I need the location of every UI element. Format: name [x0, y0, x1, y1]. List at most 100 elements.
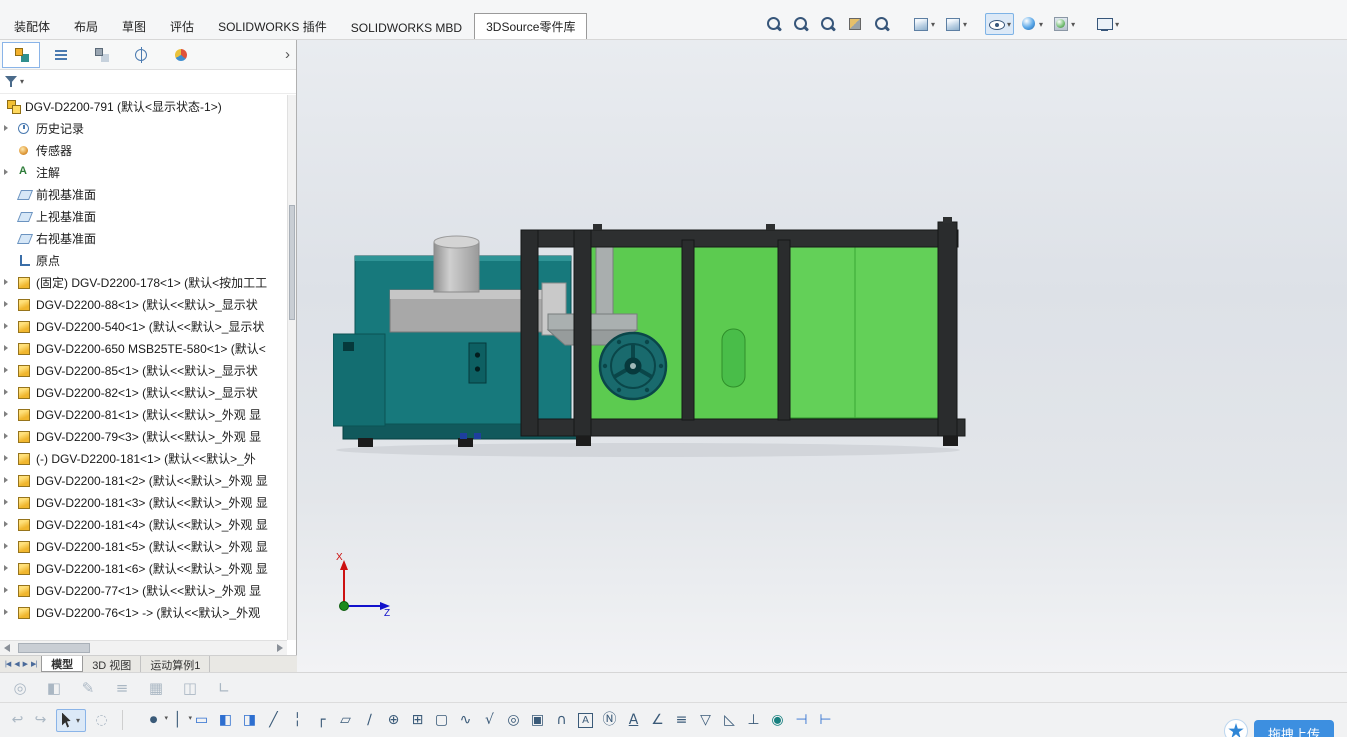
scrollbar-thumb[interactable] — [18, 643, 90, 653]
select-tool-button[interactable]: ▾ — [56, 708, 87, 732]
expand-arrow-icon[interactable] — [4, 543, 16, 549]
first-tab-icon[interactable]: |◀ — [3, 660, 12, 668]
sketch-edit-icon[interactable]: ✎ — [76, 679, 100, 697]
expand-arrow-icon[interactable] — [4, 455, 16, 461]
expand-arrow-icon[interactable] — [4, 609, 16, 615]
line-icon[interactable]: │ — [166, 706, 192, 732]
support-arm[interactable] — [547, 313, 638, 331]
edit-appearance-icon[interactable] — [1017, 13, 1046, 35]
perimeter-circle-icon[interactable]: ⊕ — [382, 708, 405, 732]
appearance-target-icon[interactable]: ◉ — [766, 708, 789, 732]
machine-foot[interactable] — [943, 436, 958, 446]
surface-finish-icon[interactable]: ▽ — [694, 708, 717, 732]
lasso-select-icon[interactable]: ◌ — [90, 708, 113, 732]
centerline-icon[interactable]: ╎ — [286, 708, 309, 732]
filter-icon[interactable] — [5, 75, 18, 88]
connector-block[interactable] — [460, 433, 467, 439]
zoom-area-icon[interactable] — [789, 13, 813, 35]
machine-foot[interactable] — [458, 438, 473, 447]
expand-arrow-icon[interactable] — [4, 499, 16, 505]
scroll-right-icon[interactable] — [277, 644, 283, 652]
expand-arrow-icon[interactable] — [4, 169, 16, 175]
text-icon[interactable]: A — [578, 712, 594, 728]
frame-column[interactable] — [520, 229, 539, 437]
cylinder-body[interactable] — [433, 241, 480, 293]
center-rectangle-icon[interactable]: ⊞ — [406, 708, 429, 732]
display-style-icon[interactable] — [941, 13, 970, 35]
tree-item[interactable]: DGV-D2200-540<1> (默认<<默认>_显示状 — [0, 315, 287, 337]
tree-item[interactable]: 历史记录 — [0, 117, 287, 139]
apply-scene-icon[interactable] — [1049, 13, 1078, 35]
graphics-area[interactable]: X Z — [297, 40, 1347, 672]
previous-view-icon[interactable] — [816, 13, 840, 35]
expand-arrow-icon[interactable] — [4, 125, 16, 131]
extruded-cut-icon[interactable]: ◨ — [238, 708, 261, 732]
last-tab-icon[interactable]: ▶| — [29, 660, 38, 668]
scrollbar-thumb[interactable] — [289, 205, 295, 320]
mate-right-icon[interactable]: ⊢ — [814, 708, 837, 732]
expand-arrow-icon[interactable] — [4, 433, 16, 439]
expand-arrow-icon[interactable] — [4, 279, 16, 285]
displaymanager-tab[interactable] — [162, 42, 200, 68]
expand-arrow-icon[interactable] — [4, 323, 16, 329]
check-sketch-icon[interactable]: √ — [478, 708, 501, 732]
document-tab[interactable]: 3D 视图 — [83, 656, 142, 672]
weld-symbol-icon[interactable]: ◺ — [718, 708, 741, 732]
expand-arrow-icon[interactable] — [4, 389, 16, 395]
spline-icon[interactable]: ∿ — [454, 708, 477, 732]
tree-item[interactable]: (-) DGV-D2200-181<1> (默认<<默认>_外 — [0, 447, 287, 469]
expand-arrow-icon[interactable] — [4, 565, 16, 571]
propertymanager-tab[interactable] — [42, 42, 80, 68]
tree-item[interactable]: DGV-D2200-79<3> (默认<<默认>_外观 显 — [0, 425, 287, 447]
redo-icon[interactable]: ↪ — [29, 708, 52, 732]
tree-item[interactable]: DGV-D2200-88<1> (默认<<默认>_显示状 — [0, 293, 287, 315]
green-panel[interactable] — [788, 245, 942, 419]
tree-item[interactable]: DGV-D2200-181<6> (默认<<默认>_外观 显 — [0, 557, 287, 579]
frame-column[interactable] — [573, 229, 592, 437]
zoom-fit-icon[interactable] — [762, 13, 786, 35]
tree-item[interactable]: 传感器 — [0, 139, 287, 161]
straight-slot-icon[interactable]: ▢ — [430, 708, 453, 732]
hide-show-items-icon[interactable] — [985, 13, 1015, 35]
support-column[interactable] — [595, 243, 614, 323]
ribbon-tab[interactable]: 布局 — [62, 13, 110, 39]
tree-item[interactable]: DGV-D2200-181<3> (默认<<默认>_外观 显 — [0, 491, 287, 513]
cylinder-top[interactable] — [433, 235, 480, 249]
expand-arrow-icon[interactable] — [4, 367, 16, 373]
next-tab-icon[interactable]: ▶ — [21, 660, 29, 668]
connector-block[interactable] — [474, 433, 481, 439]
document-tab[interactable]: 运动算例1 — [141, 656, 211, 672]
mate-left-icon[interactable]: ⊣ — [790, 708, 813, 732]
parallelogram-icon[interactable]: ▱ — [334, 708, 357, 732]
tree-item[interactable]: DGV-D2200-181<4> (默认<<默认>_外观 显 — [0, 513, 287, 535]
tree-item[interactable]: DGV-D2200-181<5> (默认<<默认>_外观 显 — [0, 535, 287, 557]
ribbon-tab[interactable]: 草图 — [110, 13, 158, 39]
trim-entities-icon[interactable]: ▣ — [526, 708, 549, 732]
tree-item[interactable]: DGV-D2200-81<1> (默认<<默认>_外观 显 — [0, 403, 287, 425]
annotation-icon[interactable]: A — [622, 708, 645, 732]
filter-dropdown-icon[interactable]: ▾ — [20, 77, 24, 86]
datum-feature-icon[interactable]: ⊥ — [742, 708, 765, 732]
dynamic-mirror-icon[interactable]: ╱ — [262, 708, 285, 732]
frame-column[interactable] — [777, 239, 791, 421]
sketch-chamfer-icon[interactable]: ∠ — [646, 708, 669, 732]
section-line-icon[interactable]: ≡ — [670, 708, 693, 732]
tree-item[interactable]: 前视基准面 — [0, 183, 287, 205]
tree-item[interactable]: 右视基准面 — [0, 227, 287, 249]
corner-rectangle-icon[interactable]: ▭ — [190, 708, 213, 732]
line-format-icon[interactable]: ≡ — [110, 679, 134, 697]
tree-item[interactable]: DGV-D2200-181<2> (默认<<默认>_外观 显 — [0, 469, 287, 491]
upload-button[interactable]: 拖拽上传 — [1254, 720, 1334, 737]
circle-icon[interactable]: ◎ — [502, 708, 525, 732]
horizontal-scrollbar[interactable] — [0, 640, 287, 655]
machine-foot[interactable] — [576, 436, 591, 446]
panel-flyout-icon[interactable]: › — [279, 46, 296, 63]
note-icon[interactable]: Ⓝ — [598, 708, 621, 732]
mirror-components-icon[interactable]: ◫ — [178, 679, 202, 697]
midpoint-line-icon[interactable]: ∕ — [358, 708, 381, 732]
expand-arrow-icon[interactable] — [4, 301, 16, 307]
tree-item[interactable]: 原点 — [0, 249, 287, 271]
expand-arrow-icon[interactable] — [4, 345, 16, 351]
expand-arrow-icon[interactable] — [4, 521, 16, 527]
expand-arrow-icon[interactable] — [4, 411, 16, 417]
